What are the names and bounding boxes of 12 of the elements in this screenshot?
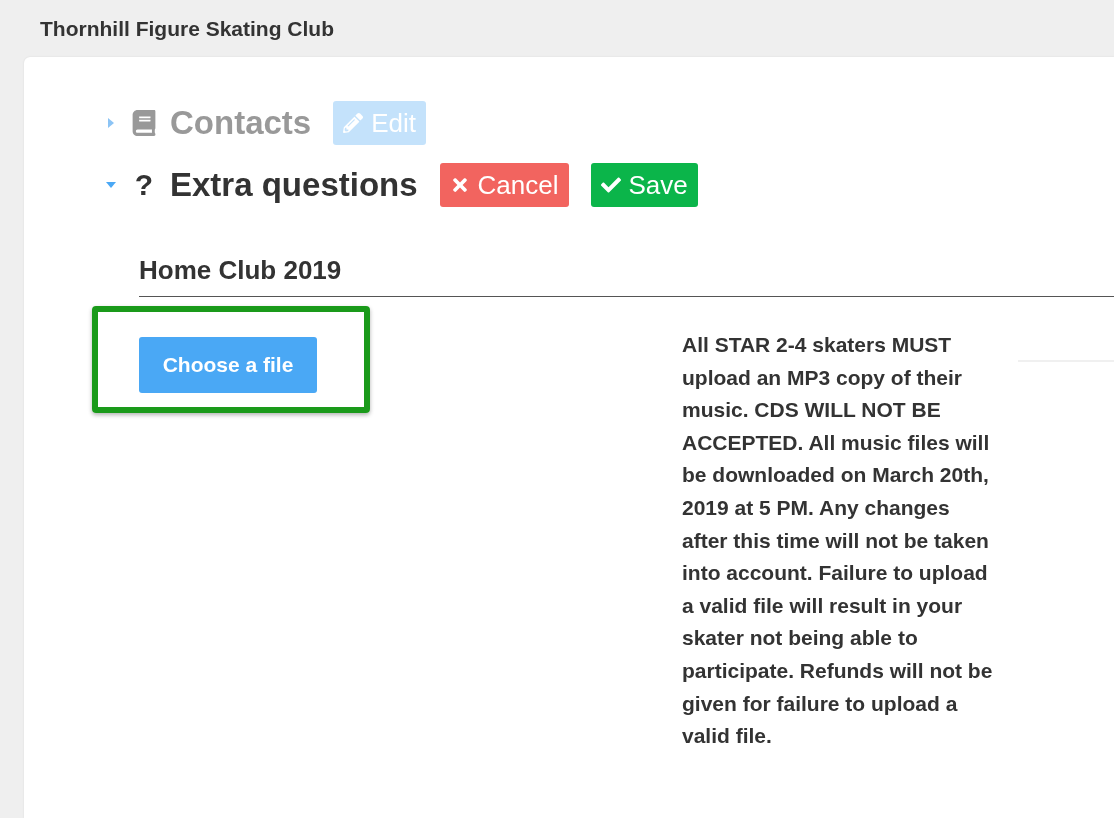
pencil-icon — [343, 113, 364, 133]
club-title: Thornhill Figure Skating Club — [40, 16, 334, 41]
save-button[interactable]: Save — [590, 163, 698, 207]
check-icon — [600, 175, 621, 195]
book-icon — [131, 110, 157, 136]
caret-icon[interactable] — [106, 180, 116, 190]
instructions-text: All STAR 2-4 skaters MUST upload an MP3 copy of their music. CDS WILL NOT BE ACCEPTED. All music files will be downloaded on March 20th, 2019 at 5 PM. Any changes after this time will not be taken into account. Failure to upload a valid file will result in your skater not being able to participate. Refunds will not be given for failure to upload a valid file. — [682, 332, 994, 750]
question-title: Home Club 2019 — [139, 255, 1114, 297]
choose-file-button[interactable]: Choose a file — [139, 337, 317, 393]
section-title[interactable]: Extra questions — [170, 166, 418, 204]
question-mark: ? — [133, 168, 155, 202]
cancel-button[interactable]: Cancel — [439, 163, 569, 207]
